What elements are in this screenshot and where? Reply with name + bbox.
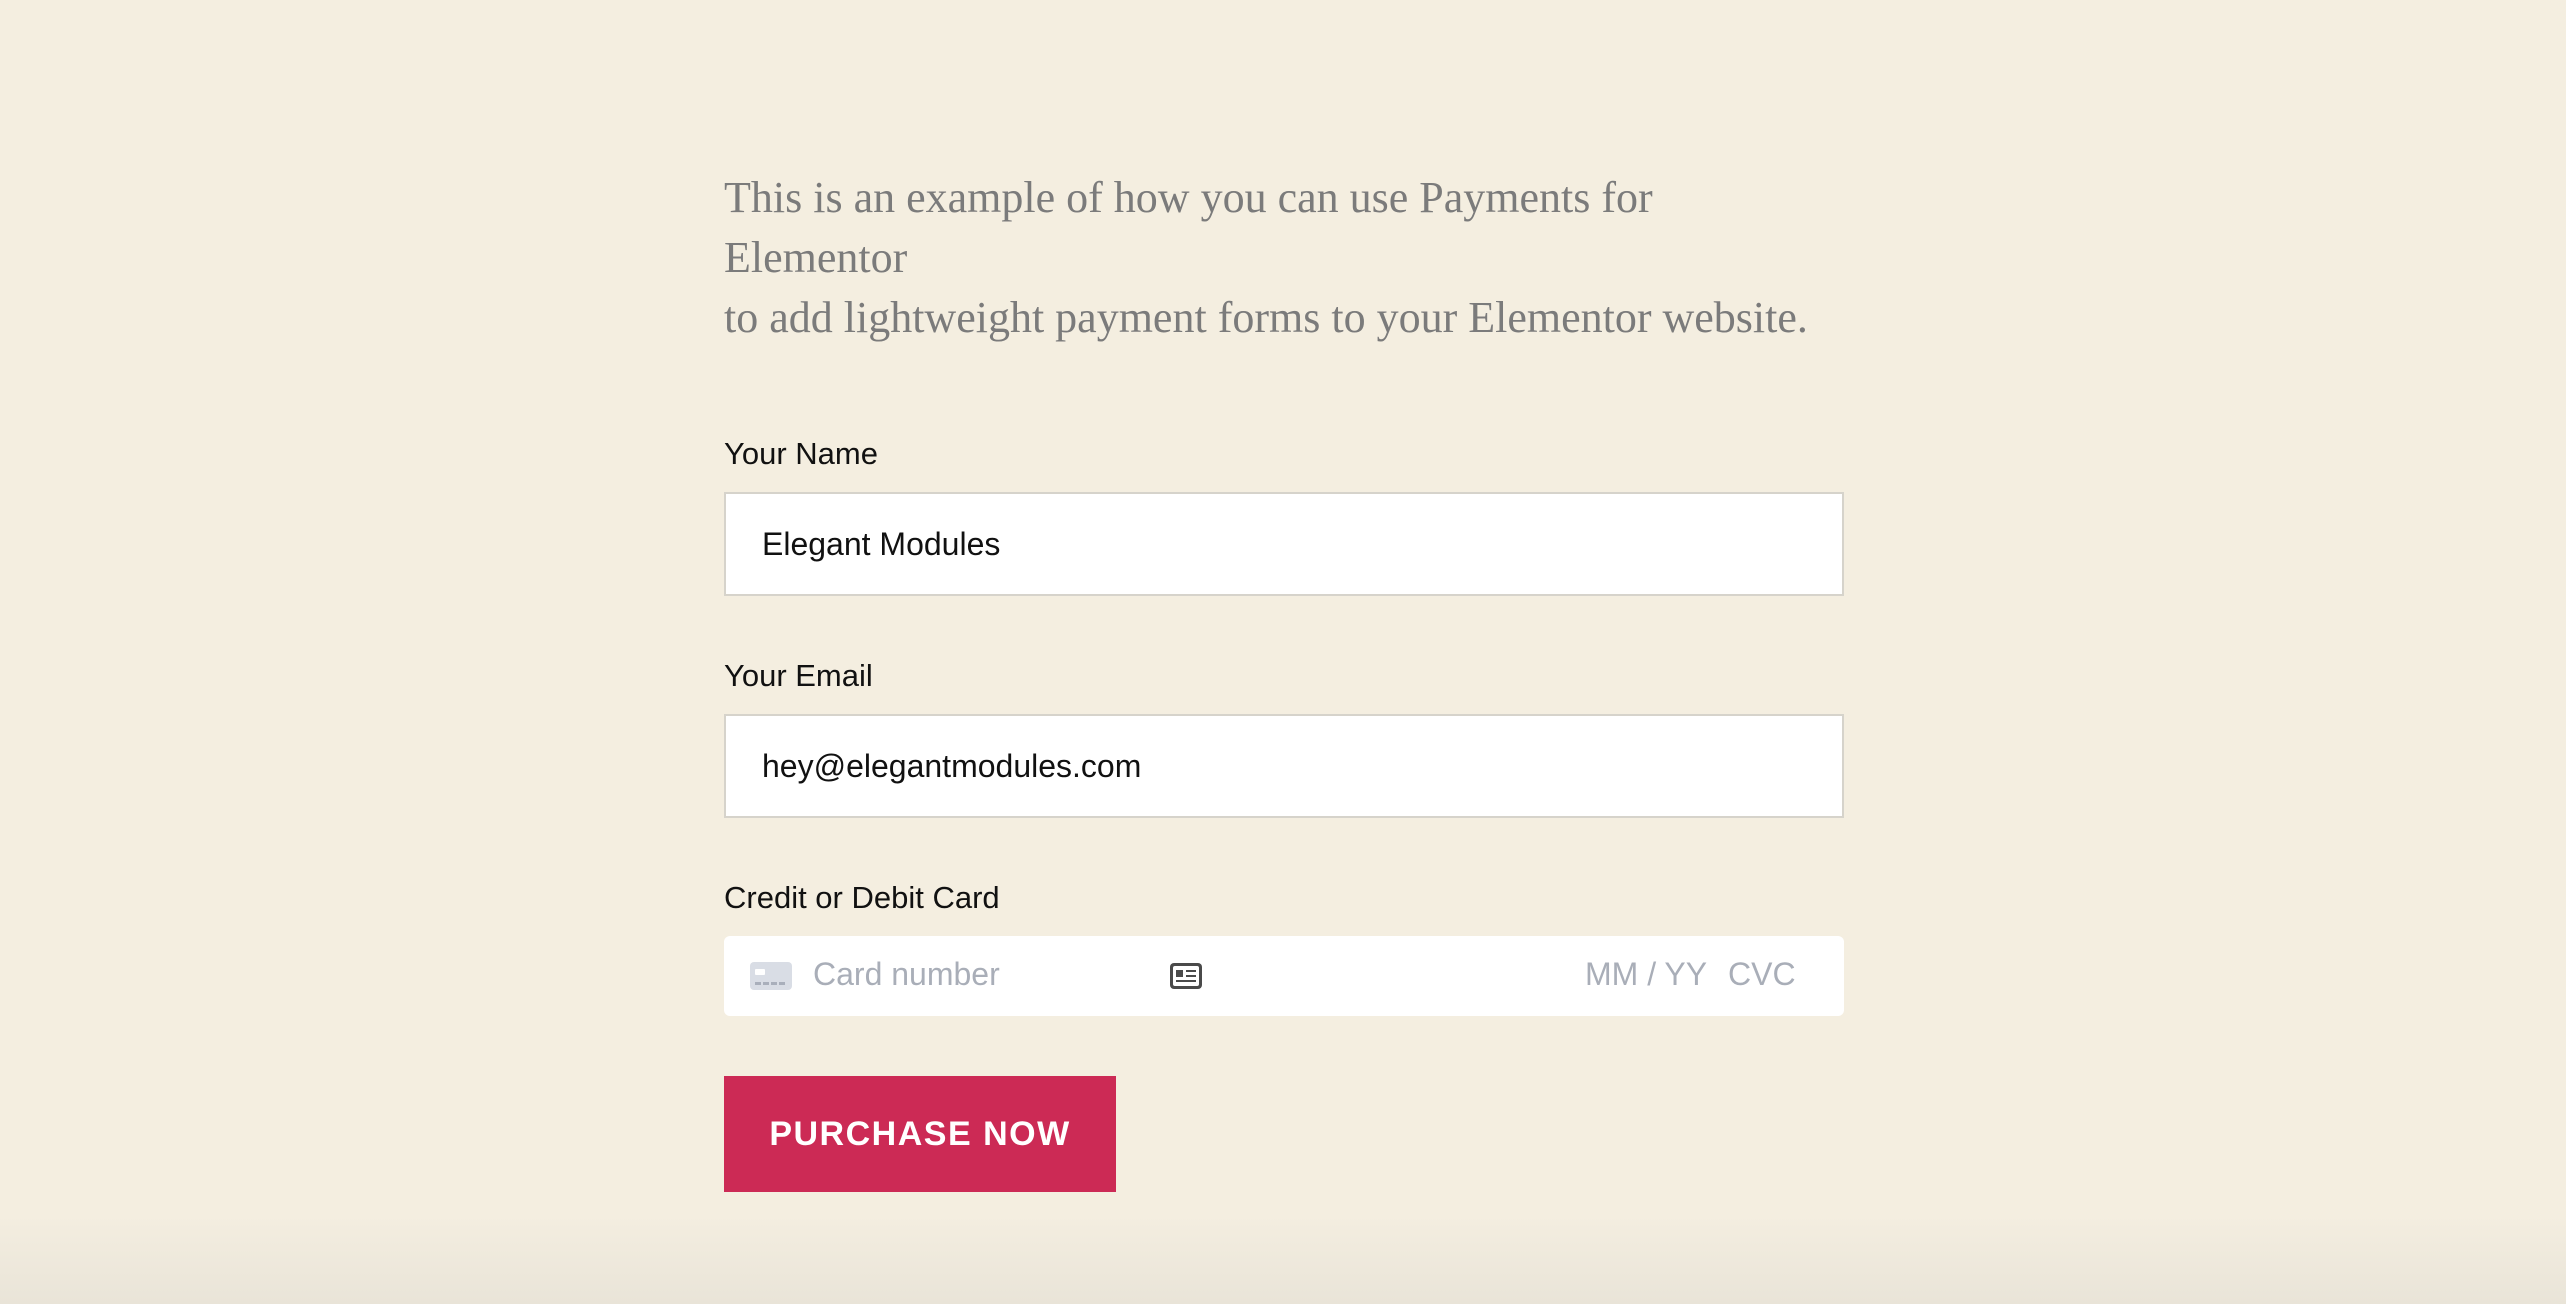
contact-card-icon[interactable]	[1170, 963, 1202, 989]
credit-card-icon	[750, 962, 792, 990]
email-label: Your Email	[724, 658, 873, 693]
intro-line-1: This is an example of how you can use Pa…	[724, 173, 1653, 282]
bottom-shade	[0, 1214, 2566, 1304]
payment-section: This is an example of how you can use Pa…	[724, 168, 1844, 1192]
intro-text: This is an example of how you can use Pa…	[724, 168, 1844, 348]
card-cvc-input[interactable]: CVC	[1728, 956, 1796, 993]
intro-line-2: to add lightweight payment forms to your…	[724, 293, 1808, 342]
card-label: Credit or Debit Card	[724, 880, 1000, 915]
card-element[interactable]: Card number MM / YY CVC	[724, 936, 1844, 1016]
name-label: Your Name	[724, 436, 878, 471]
email-input[interactable]	[724, 714, 1844, 818]
purchase-now-button[interactable]: PURCHASE NOW	[724, 1076, 1116, 1192]
card-number-input[interactable]: Card number	[813, 956, 1000, 993]
name-input[interactable]	[724, 492, 1844, 596]
page: { "intro": { "line1": "This is an exampl…	[0, 0, 2566, 1304]
card-expiry-input[interactable]: MM / YY	[1585, 956, 1707, 993]
